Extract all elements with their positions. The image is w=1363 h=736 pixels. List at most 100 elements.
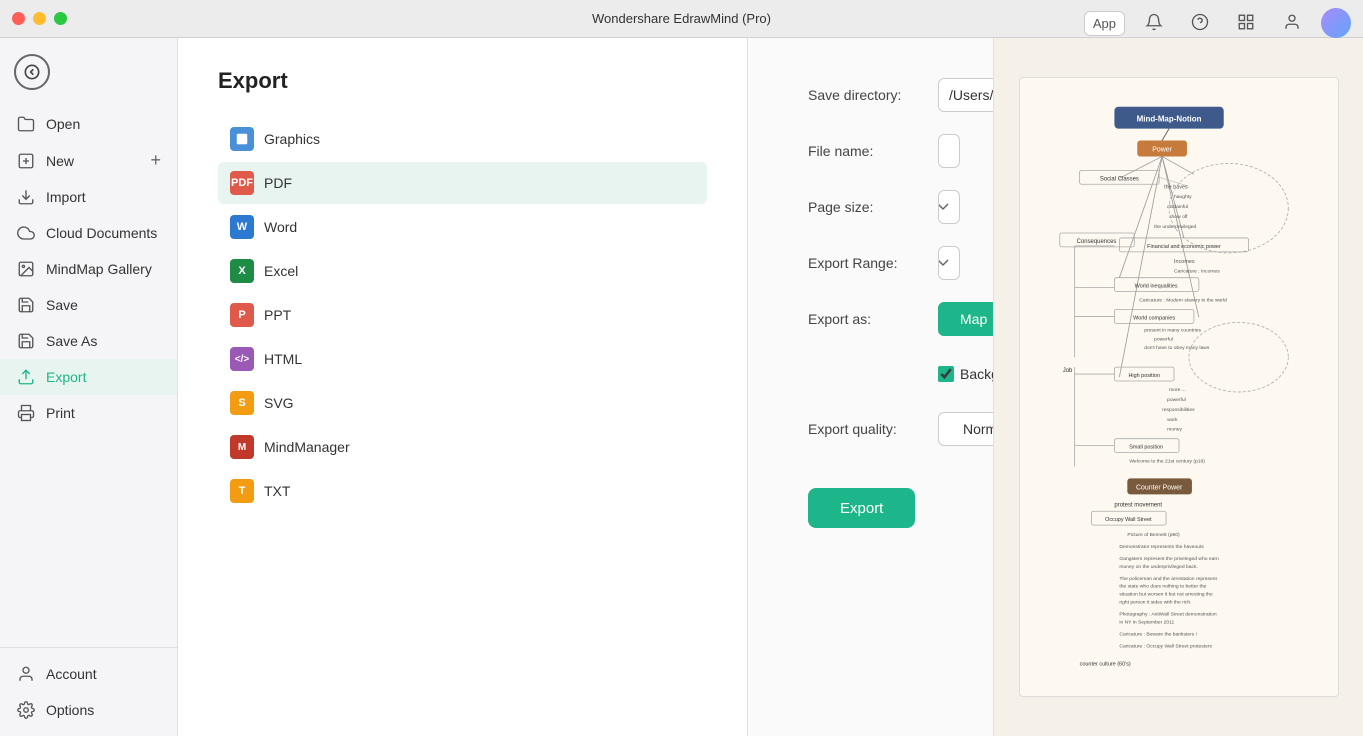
export-panel-title: Export [218, 68, 707, 94]
sidebar-item-cloud[interactable]: Cloud Documents [0, 215, 177, 251]
excel-icon: X [230, 259, 254, 283]
export-range-label: Export Range: [808, 255, 938, 271]
format-item-html[interactable]: </> HTML [218, 338, 707, 380]
format-item-svg[interactable]: S SVG [218, 382, 707, 424]
svg-text:Financial and economic power: Financial and economic power [1147, 244, 1221, 250]
back-button[interactable] [14, 54, 50, 90]
minimize-button[interactable] [33, 12, 46, 25]
svg-text:counter culture (60's): counter culture (60's) [1079, 661, 1130, 667]
format-item-word[interactable]: W Word [218, 206, 707, 248]
export-button-row: Export [808, 468, 933, 528]
format-item-excel[interactable]: X Excel [218, 250, 707, 292]
export-range-select[interactable]: All pagesCurrent pageSelected pages [938, 246, 960, 280]
svg-text:World companies: World companies [1133, 315, 1175, 321]
svg-text:the state who does nothing to: the state who does nothing to better the [1119, 584, 1206, 590]
format-item-graphics[interactable]: Graphics [218, 118, 707, 160]
svg-text:haughty: haughty [1174, 194, 1192, 200]
svg-label: SVG [264, 395, 294, 411]
txt-label: TXT [264, 483, 290, 499]
normal-quality-button[interactable]: Normal [938, 412, 993, 446]
format-item-mindmanager[interactable]: M MindManager [218, 426, 707, 468]
svg-text:Picture of Bennett (p60): Picture of Bennett (p60) [1127, 532, 1180, 538]
html-icon: </> [230, 347, 254, 371]
svg-text:in NY in September 2011: in NY in September 2011 [1119, 620, 1174, 626]
svg-format-icon: S [230, 391, 254, 415]
add-icon[interactable]: + [150, 150, 161, 171]
import-icon [16, 187, 36, 207]
new-icon [16, 151, 36, 171]
mindmanager-icon: M [230, 435, 254, 459]
background-row: Background Toggle Icon [808, 358, 933, 390]
format-item-pdf[interactable]: PDF PDF [218, 162, 707, 204]
saveas-label: Save As [46, 333, 97, 349]
export-button[interactable]: Export [808, 488, 915, 528]
sidebar-item-import[interactable]: Import [0, 179, 177, 215]
page-size-select[interactable]: Auto sizeA4A3Letter [938, 190, 960, 224]
svg-text:The policeman and the arrestat: The policeman and the arrestation repres… [1119, 576, 1217, 582]
sidebar-item-open[interactable]: Open [0, 106, 177, 142]
map-toggle-button[interactable]: Map [938, 302, 993, 336]
page-size-control: Auto sizeA4A3Letter [938, 190, 960, 224]
svg-text:responsibilities: responsibilities [1162, 407, 1195, 413]
svg-text:right person it sides with the: right person it sides with the rich. [1119, 600, 1191, 606]
print-icon [16, 403, 36, 423]
sidebar-item-print[interactable]: Print [0, 395, 177, 431]
background-checkbox[interactable] [938, 366, 954, 382]
sidebar-item-gallery[interactable]: MindMap Gallery [0, 251, 177, 287]
app-title: Wondershare EdrawMind (Pro) [592, 11, 771, 26]
svg-text:don't have to obey many laws: don't have to obey many laws [1144, 345, 1210, 351]
svg-text:Demonstrator represents the ha: Demonstrator represents the haveouts [1119, 544, 1204, 550]
sidebar-item-save[interactable]: Save [0, 287, 177, 323]
svg-text:World inequalities: World inequalities [1134, 284, 1177, 290]
background-checkbox-label[interactable]: Background [938, 366, 993, 382]
svg-text:Counter Power: Counter Power [1135, 484, 1182, 491]
sidebar-item-export[interactable]: Export [0, 359, 177, 395]
open-label: Open [46, 116, 80, 132]
save-directory-input[interactable] [938, 78, 993, 112]
export-as-control: Map File [938, 302, 993, 336]
svg-text:Power: Power [1152, 146, 1172, 153]
format-item-ppt[interactable]: P PPT [218, 294, 707, 336]
svg-text:Consequences: Consequences [1076, 239, 1116, 245]
form-area: App Save directory: Browse [748, 38, 993, 736]
svg-text:Welcome to the 21st century (p: Welcome to the 21st century (p18) [1129, 459, 1205, 465]
svg-text:Caricature : Beware the bankst: Caricature : Beware the banksters ! [1119, 631, 1197, 637]
maximize-button[interactable] [54, 12, 67, 25]
sidebar-item-new[interactable]: New + [0, 142, 177, 179]
save-label: Save [46, 297, 78, 313]
close-button[interactable] [12, 12, 25, 25]
preview-inner: Mind-Map-Notion Power Social Classes the… [994, 38, 1363, 736]
pdf-label: PDF [264, 175, 292, 191]
gallery-label: MindMap Gallery [46, 261, 152, 277]
gallery-icon [16, 259, 36, 279]
account-label: Account [46, 666, 97, 682]
preview-panel: Mind-Map-Notion Power Social Classes the… [993, 38, 1363, 736]
background-text: Background [960, 366, 993, 382]
format-list: Graphics PDF PDF W Word X Excel P PPT </… [218, 118, 707, 512]
svg-text:Gangsters represent the privel: Gangsters represent the priveleged who e… [1119, 556, 1219, 562]
svg-text:show off: show off [1169, 214, 1188, 220]
mindmanager-label: MindManager [264, 439, 350, 455]
export-range-control: All pagesCurrent pageSelected pages [938, 246, 960, 280]
file-name-label: File name: [808, 143, 938, 159]
format-item-txt[interactable]: T TXT [218, 470, 707, 512]
svg-text:Incomes: Incomes [1174, 259, 1195, 265]
sidebar-item-saveas[interactable]: Save As [0, 323, 177, 359]
file-name-input[interactable] [938, 134, 960, 168]
sidebar-item-options[interactable]: Options [0, 692, 177, 728]
txt-icon: T [230, 479, 254, 503]
svg-text:the haves: the haves [1164, 184, 1188, 190]
save-directory-control: Browse [938, 78, 993, 112]
sidebar-top [0, 38, 177, 98]
graphics-icon [230, 127, 254, 151]
export-quality-control: Normal HD [938, 412, 993, 446]
save-directory-label: Save directory: [808, 87, 938, 103]
svg-text:Social Classes: Social Classes [1099, 176, 1138, 182]
word-icon: W [230, 215, 254, 239]
options-label: Options [46, 702, 94, 718]
sidebar-items: Open New + Import [0, 98, 177, 647]
excel-label: Excel [264, 263, 298, 279]
svg-text:Small position: Small position [1129, 445, 1163, 451]
sidebar-item-account[interactable]: Account [0, 656, 177, 692]
ppt-icon: P [230, 303, 254, 327]
